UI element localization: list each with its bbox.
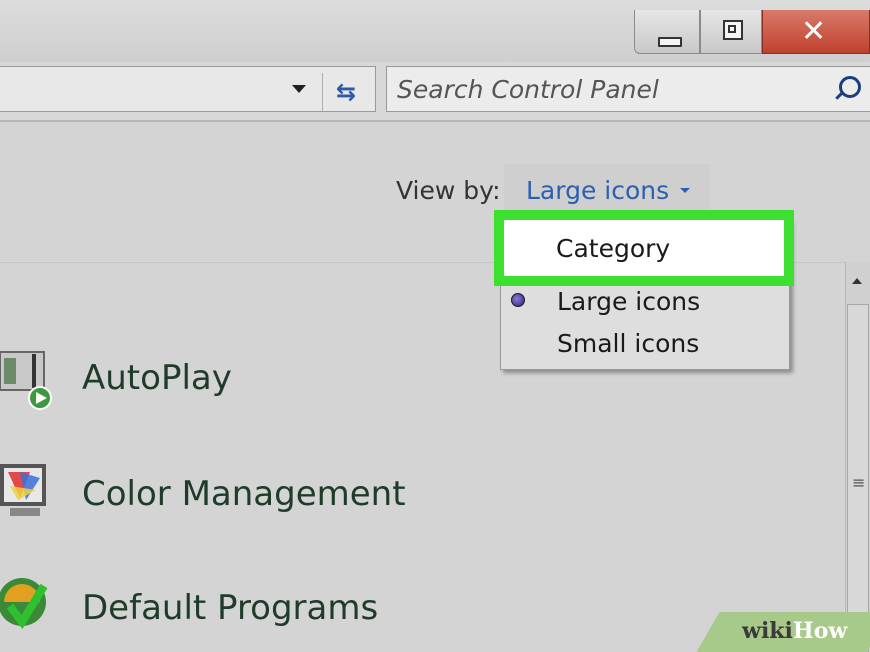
chevron-down-icon[interactable]: [680, 188, 690, 193]
title-bar: ✕: [0, 0, 870, 62]
search-icon[interactable]: [839, 76, 861, 98]
default-programs-icon: [0, 578, 48, 630]
color-management-icon: [0, 464, 46, 516]
search-box[interactable]: [386, 66, 870, 112]
address-dropdown-icon[interactable]: [292, 85, 306, 93]
autoplay-icon: [0, 351, 52, 410]
item-label-default-programs[interactable]: Default Programs: [82, 588, 378, 628]
minimize-icon: [658, 37, 682, 47]
scroll-up-icon[interactable]: [852, 278, 862, 284]
search-input[interactable]: [397, 73, 817, 105]
refresh-icon[interactable]: ⇆: [322, 73, 369, 111]
minimize-button[interactable]: [634, 10, 700, 54]
watermark-wiki: wiki: [742, 618, 793, 644]
toolbar-divider: [0, 120, 870, 122]
grip-icon: ≡: [852, 473, 866, 492]
restore-icon: [723, 20, 743, 40]
scroll-thumb[interactable]: ≡: [847, 304, 869, 652]
restore-button[interactable]: [700, 10, 762, 54]
watermark-how: How: [792, 618, 848, 644]
radio-selected-icon: [511, 293, 525, 307]
address-bar: ⇆: [0, 62, 870, 120]
menu-item-large-icons[interactable]: Large icons: [557, 287, 700, 316]
item-label-autoplay[interactable]: AutoPlay: [82, 358, 232, 398]
close-button[interactable]: ✕: [762, 10, 870, 54]
control-panel-item-default-programs[interactable]: Default Programs: [0, 572, 600, 642]
item-label-color-management[interactable]: Color Management: [82, 474, 406, 514]
menu-item-small-icons[interactable]: Small icons: [557, 329, 699, 358]
view-by-value[interactable]: Large icons: [526, 176, 669, 205]
address-field[interactable]: ⇆: [0, 66, 376, 112]
highlighted-menu-item-label[interactable]: Category: [556, 234, 670, 263]
control-panel-item-color-management[interactable]: Color Management: [0, 460, 600, 530]
watermark-logo: wikiHow: [742, 618, 847, 644]
highlight-category[interactable]: Category: [494, 210, 794, 286]
close-icon: ✕: [801, 14, 827, 49]
vertical-scrollbar[interactable]: ≡: [845, 262, 870, 652]
view-by-label: View by:: [396, 176, 501, 205]
